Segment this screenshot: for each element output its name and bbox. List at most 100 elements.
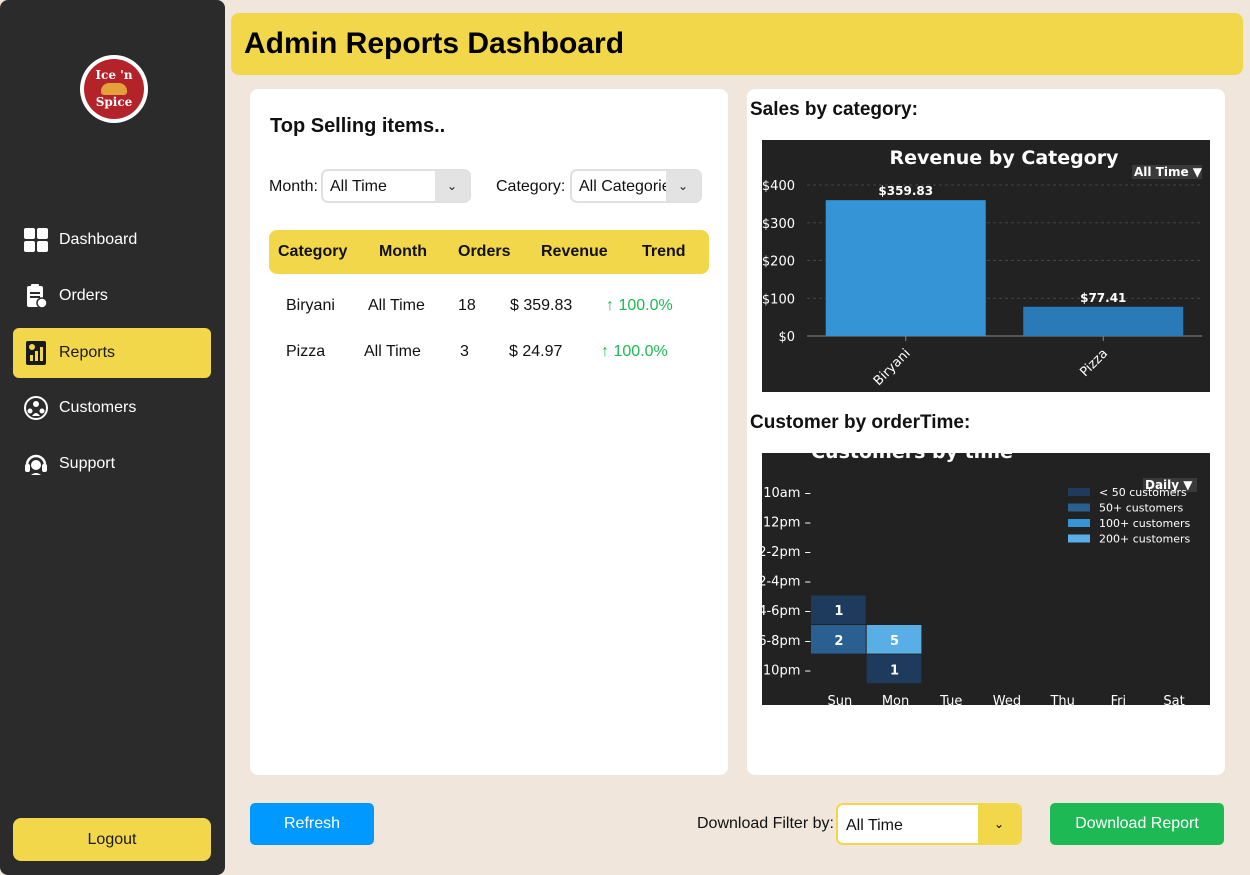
heatmap-cell-label: 5 xyxy=(890,634,899,649)
chevron-down-icon[interactable]: ⌄ xyxy=(435,171,469,201)
column-header-category[interactable]: Category xyxy=(278,243,347,261)
headset-icon xyxy=(23,451,49,477)
category-select[interactable]: All Categories ⌄ xyxy=(570,169,702,203)
legend-swatch xyxy=(1068,519,1090,527)
bar xyxy=(825,200,986,336)
sidebar-item-support[interactable]: Support xyxy=(13,439,211,489)
chevron-down-icon[interactable]: ⌄ xyxy=(666,171,700,201)
table-header: Category Month Orders Revenue Trend xyxy=(269,230,709,274)
report-icon xyxy=(23,340,49,366)
cell-trend: ↑ 100.0% xyxy=(606,297,673,314)
cell-revenue: $ 24.97 xyxy=(509,343,563,360)
page-header: Admin Reports Dashboard xyxy=(231,13,1243,75)
y-tick-label: 2-4pm – xyxy=(762,575,811,590)
download-filter-select[interactable]: All Time ⌄ xyxy=(836,803,1022,845)
sidebar-item-dashboard[interactable]: Dashboard xyxy=(13,215,211,265)
download-filter-label: Download Filter by: xyxy=(697,815,834,832)
cell-orders: 18 xyxy=(458,297,476,314)
month-select-value: All Time xyxy=(330,178,387,195)
y-tick-label: 6-8pm – xyxy=(762,634,811,649)
cell-revenue: $ 359.83 xyxy=(510,297,573,314)
sidebar: Ice 'n Spice Dashboard Orders Reports Cu… xyxy=(0,0,225,875)
legend-swatch xyxy=(1068,534,1090,543)
heatmap-cell-label: 1 xyxy=(834,604,843,619)
refresh-button[interactable]: Refresh xyxy=(250,803,374,845)
customer-heatmap-svg: Customers by time Daily ▼ < 50 customers… xyxy=(762,453,1197,705)
top-selling-panel: Top Selling items.. Month: All Time ⌄ Ca… xyxy=(250,89,728,775)
legend-label: < 50 customers xyxy=(1099,486,1187,499)
y-tick-label: $0 xyxy=(778,330,795,345)
revenue-bar-chart-svg: Revenue by Category All Time ▼ $0 $100 $20… xyxy=(762,147,1203,389)
category-select-value: All Categories xyxy=(579,178,679,195)
customer-time-chart: Customers by time Daily ▼ < 50 customers… xyxy=(762,453,1210,705)
y-tick-label: $100 xyxy=(762,292,795,307)
x-tick-label: Sat xyxy=(1163,694,1184,705)
category-filter-label: Category: xyxy=(496,178,566,195)
legend-label: 100+ customers xyxy=(1099,517,1191,530)
x-tick-label: Thu xyxy=(1049,694,1074,705)
sidebar-item-orders[interactable]: Orders xyxy=(13,271,211,321)
charts-panel: Sales by category: Revenue by Category A… xyxy=(747,89,1225,775)
cell-category: Pizza xyxy=(286,343,326,360)
chart-title: Customers by time xyxy=(811,453,1013,463)
y-tick-label: $200 xyxy=(762,255,795,270)
download-report-button[interactable]: Download Report xyxy=(1050,803,1224,845)
burger-icon xyxy=(101,83,127,95)
y-tick-label: 12pm – xyxy=(763,515,811,530)
x-tick-label: Biryani xyxy=(871,346,914,389)
heatmap-cell-label: 1 xyxy=(890,663,899,678)
sidebar-item-label: Orders xyxy=(59,287,108,304)
y-tick-label: $300 xyxy=(762,217,795,232)
chart-filter-dropdown[interactable]: All Time ▼ xyxy=(1134,165,1203,179)
legend-label: 200+ customers xyxy=(1099,533,1191,546)
y-tick-label: 10pm – xyxy=(763,663,811,678)
people-icon xyxy=(23,395,49,421)
x-tick-label: Wed xyxy=(993,694,1021,705)
logo-text-top: Ice 'n xyxy=(95,68,133,82)
column-header-revenue[interactable]: Revenue xyxy=(541,243,608,261)
bar-value-label: $359.83 xyxy=(878,184,933,198)
cell-month: All Time xyxy=(368,297,425,314)
month-select[interactable]: All Time ⌄ xyxy=(321,169,471,203)
sidebar-item-customers[interactable]: Customers xyxy=(13,383,211,433)
customer-section-title: Customer by orderTime: xyxy=(750,412,971,433)
sales-section-title: Sales by category: xyxy=(750,99,918,120)
cell-orders: 3 xyxy=(460,343,469,360)
legend-swatch xyxy=(1068,488,1090,496)
grid-icon xyxy=(23,227,49,253)
top-selling-title: Top Selling items.. xyxy=(270,115,446,137)
x-tick-label: Tue xyxy=(939,694,962,705)
sidebar-item-reports[interactable]: Reports xyxy=(13,328,211,378)
legend-swatch xyxy=(1068,503,1090,512)
chevron-down-icon[interactable]: ⌄ xyxy=(978,805,1020,843)
revenue-chart: Revenue by Category All Time ▼ $0 $100 $20… xyxy=(762,140,1210,392)
brand-logo: Ice 'n Spice xyxy=(80,55,148,123)
sidebar-item-label: Support xyxy=(59,455,116,472)
column-header-orders[interactable]: Orders xyxy=(458,243,510,261)
cell-category: Biryani xyxy=(286,297,335,314)
logout-button[interactable]: Logout xyxy=(13,818,211,861)
bar-value-label: $77.41 xyxy=(1080,291,1126,305)
column-header-month[interactable]: Month xyxy=(379,243,427,261)
column-header-trend[interactable]: Trend xyxy=(642,243,686,261)
page-title: Admin Reports Dashboard xyxy=(244,27,625,60)
x-tick-label: Fri xyxy=(1111,694,1127,705)
clipboard-icon xyxy=(23,283,49,309)
y-tick-label: 2-2pm – xyxy=(762,545,811,560)
sidebar-item-label: Reports xyxy=(59,344,116,361)
cell-month: All Time xyxy=(364,343,421,360)
x-tick-label: Sun xyxy=(827,694,852,705)
y-tick-label: 10am – xyxy=(763,486,811,501)
month-filter-label: Month: xyxy=(269,178,318,195)
download-filter-value: All Time xyxy=(846,817,903,834)
heatmap-cell-label: 2 xyxy=(834,634,843,649)
y-tick-label: $400 xyxy=(762,179,795,194)
chart-title: Revenue by Category xyxy=(889,147,1119,169)
sidebar-item-label: Customers xyxy=(59,399,137,416)
x-tick-label: Mon xyxy=(882,694,909,705)
logo-text-bottom: Spice xyxy=(95,95,133,109)
y-tick-label: 4-6pm – xyxy=(762,604,811,619)
cell-trend: ↑ 100.0% xyxy=(601,343,668,360)
bar xyxy=(1023,306,1184,336)
x-tick-label: Pizza xyxy=(1077,346,1111,380)
